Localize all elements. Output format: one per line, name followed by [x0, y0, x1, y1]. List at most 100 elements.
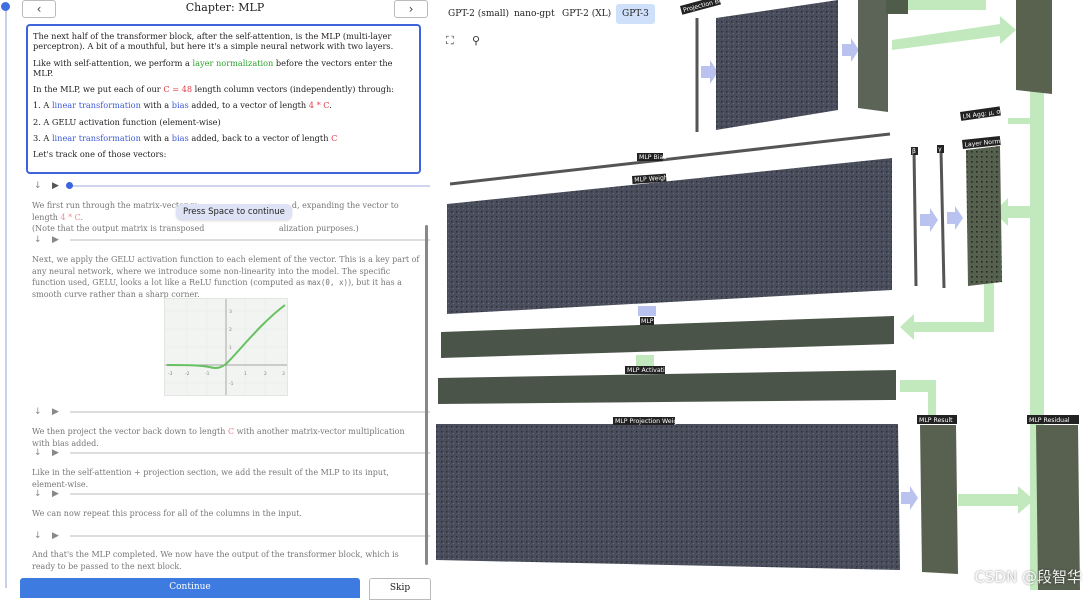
search-icon[interactable]: ⚲: [472, 34, 480, 47]
columns-text: In the MLP, we put each of our C = 48 le…: [33, 84, 395, 94]
step-scrubber[interactable]: [70, 535, 430, 537]
mlp-result-block: [920, 425, 958, 574]
step-down-icon[interactable]: ↓: [34, 181, 42, 191]
layer-norm-block: [966, 146, 1002, 286]
prev-chapter-button[interactable]: ‹: [22, 0, 56, 18]
mlp-projection-weights-label: MLP Projection Weights: [615, 418, 687, 425]
step-down-icon[interactable]: ↓: [34, 448, 42, 458]
step-gelu-text: Next, we apply the GELU activation funct…: [32, 255, 420, 300]
x-tick-label: 1: [244, 371, 247, 377]
panel-scrollbar[interactable]: [425, 225, 428, 565]
step-controls-3: ↓ ▶: [30, 407, 430, 417]
flow-activation: [900, 380, 936, 420]
linear-transformation-link[interactable]: linear transformation: [52, 100, 141, 110]
next-chapter-button[interactable]: ›: [394, 0, 428, 18]
y-tick-label: 3: [229, 309, 232, 315]
walkthrough-panel: ‹ Chapter: MLP › The next half of the tr…: [18, 0, 434, 593]
c-value[interactable]: C = 48: [163, 84, 192, 94]
x-tick-label: -3: [168, 371, 173, 377]
chapter-header: ‹ Chapter: MLP ›: [20, 0, 430, 18]
step-2-text: 2. A GELU activation function (element-w…: [33, 116, 221, 127]
purple-arrow: [842, 38, 859, 62]
purple-arrow: [701, 60, 718, 84]
y-tick-label: 2: [229, 327, 232, 333]
y-tick-label: -1: [229, 381, 234, 387]
chevron-right-icon: ›: [408, 2, 414, 16]
step-scrubber[interactable]: [70, 185, 430, 187]
projection-out: [858, 0, 888, 112]
x-tick-label: 2: [264, 371, 267, 377]
projection-bias-label: Projection Bias: [682, 0, 728, 14]
purple-marker: [638, 306, 656, 316]
mlp-label: MLP: [641, 318, 654, 325]
linear-transformation-link-2[interactable]: linear transformation: [52, 133, 141, 143]
chapter-title: Chapter: MLP: [185, 1, 265, 14]
play-icon[interactable]: ▶: [52, 181, 59, 191]
flow-lnagg: [1008, 118, 1030, 124]
step-scrubber[interactable]: [70, 411, 430, 413]
model-tab-nano-gpt[interactable]: nano-gpt: [508, 4, 561, 24]
mlp-projection-weights-matrix: [436, 424, 900, 570]
gamma-label: γ: [938, 146, 942, 153]
x-tick-label: -2: [185, 371, 190, 377]
play-icon[interactable]: ▶: [52, 489, 59, 499]
step-projection-text: We then project the vector back down to …: [32, 427, 405, 448]
gamma-bar: [939, 149, 946, 289]
4c-value[interactable]: 4 * C: [309, 100, 329, 110]
purple-arrow: [901, 486, 918, 510]
ln-agg-label: LN Agg: μ, σ: [962, 108, 1001, 120]
top-block: [886, 0, 908, 14]
mlp-vector: [441, 316, 894, 358]
step-down-icon[interactable]: ↓: [34, 407, 42, 417]
press-space-tooltip: Press Space to continue: [176, 204, 292, 220]
model-canvas[interactable]: Projection Bias MLP Bias MLP Weights LN …: [436, 0, 1088, 593]
progress-rail[interactable]: [0, 0, 12, 593]
step-residual-text: Like in the self-attention + projection …: [32, 468, 389, 489]
play-icon[interactable]: ▶: [52, 235, 59, 245]
step-controls-4: ↓ ▶: [30, 448, 430, 458]
step-down-icon[interactable]: ↓: [34, 489, 42, 499]
continue-button[interactable]: Continue: [20, 578, 360, 598]
flow-arrow-mlp: [900, 314, 994, 340]
scrubber-handle[interactable]: [66, 182, 73, 189]
mlp-activation-label: MLP Activation: [627, 367, 673, 374]
x-tick-label: -1: [205, 371, 210, 377]
projection-matrix: [716, 0, 838, 130]
step-down-icon[interactable]: ↓: [34, 235, 42, 245]
layer-normalization-link[interactable]: layer normalization: [193, 58, 274, 68]
model-visualization[interactable]: Projection Bias MLP Bias MLP Weights LN …: [436, 0, 1088, 593]
chevron-left-icon: ‹: [36, 2, 42, 16]
bias-link[interactable]: bias: [172, 100, 189, 110]
step-down-icon[interactable]: ↓: [34, 531, 42, 541]
step-scrubber[interactable]: [70, 239, 430, 241]
fullscreen-icon[interactable]: ⛶: [446, 34, 454, 48]
flow-arrow-top: [892, 16, 1016, 50]
purple-arrow: [947, 206, 963, 230]
beta-bar: [912, 149, 918, 287]
gelu-plot: -3 -2 -1 1 2 3 3 2 1 -1: [165, 299, 287, 395]
current-step-box: The next half of the transformer block, …: [26, 24, 421, 174]
flow-top: [896, 0, 986, 10]
step-controls-2: ↓ ▶: [30, 235, 430, 245]
step-scrubber[interactable]: [70, 452, 430, 454]
model-tab-gpt3[interactable]: GPT-3: [616, 4, 655, 24]
purple-arrow: [920, 208, 938, 232]
mlp-weights-matrix: [447, 158, 892, 314]
c-value-2[interactable]: C: [331, 133, 337, 143]
step-complete-text: And that's the MLP completed. We now hav…: [32, 550, 399, 571]
skip-button[interactable]: Skip: [369, 578, 431, 600]
model-tab-gpt2-xl[interactable]: GPT-2 (XL): [556, 4, 617, 24]
play-icon[interactable]: ▶: [52, 448, 59, 458]
step-scrubber[interactable]: [70, 493, 430, 495]
play-icon[interactable]: ▶: [52, 407, 59, 417]
progress-dot[interactable]: [1, 2, 10, 11]
x-tick-label: 3: [282, 371, 285, 377]
flow-arrow-result: [958, 486, 1034, 514]
step-controls-5: ↓ ▶: [30, 489, 430, 499]
residual-top: [1016, 0, 1052, 94]
model-tab-gpt2-small[interactable]: GPT-2 (small): [442, 4, 515, 24]
play-icon[interactable]: ▶: [52, 531, 59, 541]
gelu-chart: -3 -2 -1 1 2 3 3 2 1 -1: [164, 298, 288, 396]
bias-link-2[interactable]: bias: [172, 133, 189, 143]
progress-track: [5, 8, 7, 588]
